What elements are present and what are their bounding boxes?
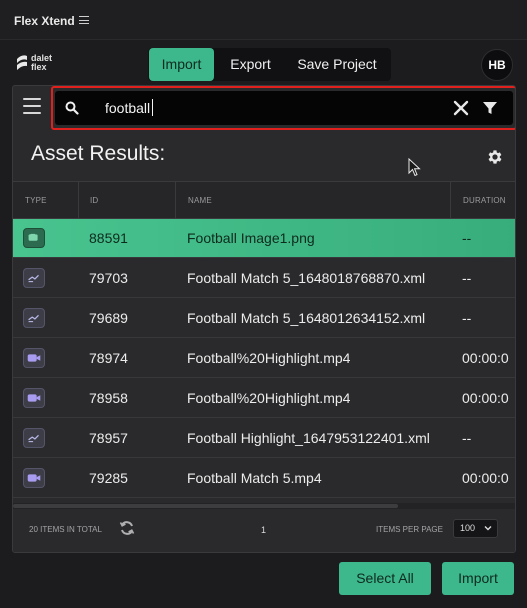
items-per-page-select[interactable]: 100 bbox=[453, 519, 498, 538]
asset-name: Football%20Highlight.mp4 bbox=[187, 390, 351, 406]
table-row[interactable]: 78974 Football%20Highlight.mp4 00:00:0 bbox=[13, 339, 515, 378]
asset-name: Football Image1.png bbox=[187, 230, 315, 246]
app-menu-icon[interactable] bbox=[79, 16, 89, 24]
search-bar bbox=[55, 91, 513, 125]
column-header-type[interactable]: TYPE bbox=[25, 182, 47, 220]
search-area bbox=[49, 86, 515, 130]
panel-menu-icon[interactable] bbox=[23, 98, 41, 114]
search-icon bbox=[65, 101, 79, 115]
asset-id: 79703 bbox=[89, 270, 128, 286]
asset-duration: -- bbox=[462, 230, 472, 246]
asset-id: 78974 bbox=[89, 350, 128, 366]
tab-import[interactable]: Import bbox=[149, 48, 214, 81]
items-per-page-label: ITEMS PER PAGE bbox=[376, 525, 443, 534]
refresh-icon[interactable] bbox=[119, 520, 135, 536]
asset-panel: Asset Results: TYPE ID NAME DURATION 885… bbox=[12, 85, 516, 553]
table-row[interactable]: 88591 Football Image1.png -- bbox=[13, 219, 515, 258]
user-avatar[interactable]: HB bbox=[481, 49, 513, 81]
column-header-duration[interactable]: DURATION bbox=[463, 182, 506, 220]
asset-id: 78957 bbox=[89, 430, 128, 446]
filter-icon[interactable] bbox=[482, 100, 498, 116]
horizontal-scrollbar[interactable] bbox=[13, 503, 515, 509]
current-page[interactable]: 1 bbox=[261, 525, 266, 535]
logo-mark-icon bbox=[17, 55, 27, 70]
asset-id: 79689 bbox=[89, 310, 128, 326]
column-header-id[interactable]: ID bbox=[90, 182, 98, 220]
main-tabs: Import Export Save Project bbox=[148, 48, 391, 81]
xml-type-icon bbox=[23, 268, 45, 288]
pagination-footer: 20 ITEMS IN TOTAL 1 ITEMS PER PAGE 100 bbox=[13, 511, 515, 552]
mouse-pointer-icon bbox=[408, 158, 421, 177]
chevron-down-icon bbox=[484, 526, 492, 531]
asset-name: Football Highlight_1647953122401.xml bbox=[187, 430, 430, 446]
video-type-icon bbox=[23, 388, 45, 408]
table-row[interactable]: 78957 Football Highlight_1647953122401.x… bbox=[13, 419, 515, 458]
asset-duration: -- bbox=[462, 270, 472, 286]
tab-export[interactable]: Export bbox=[216, 48, 285, 81]
table-row[interactable]: 79689 Football Match 5_1648012634152.xml… bbox=[13, 299, 515, 338]
column-header-name[interactable]: NAME bbox=[188, 182, 212, 220]
clear-icon[interactable] bbox=[453, 100, 469, 116]
table-row[interactable]: 78958 Football%20Highlight.mp4 00:00:0 bbox=[13, 379, 515, 418]
asset-name: Football Match 5_1648018768870.xml bbox=[187, 270, 426, 286]
import-button[interactable]: Import bbox=[442, 562, 514, 595]
text-caret bbox=[152, 99, 153, 116]
items-per-page-value: 100 bbox=[460, 523, 476, 533]
xml-type-icon bbox=[23, 428, 45, 448]
asset-duration: 00:00:0 bbox=[462, 390, 509, 406]
settings-gear-icon[interactable] bbox=[486, 148, 504, 166]
app-title: Flex Xtend bbox=[14, 14, 75, 28]
asset-id: 88591 bbox=[89, 230, 128, 246]
logo-text-line2: flex bbox=[31, 62, 47, 72]
table-row[interactable]: 79703 Football Match 5_1648018768870.xml… bbox=[13, 259, 515, 298]
asset-name: Football Match 5.mp4 bbox=[187, 470, 322, 486]
video-type-icon bbox=[23, 348, 45, 368]
image-type-icon bbox=[23, 228, 45, 248]
tab-save-project[interactable]: Save Project bbox=[287, 48, 387, 81]
asset-id: 79285 bbox=[89, 470, 128, 486]
table-header: TYPE ID NAME DURATION bbox=[13, 181, 515, 220]
search-input[interactable] bbox=[105, 98, 445, 118]
select-all-button[interactable]: Select All bbox=[339, 562, 431, 595]
title-bar: Flex Xtend bbox=[0, 0, 527, 40]
scrollbar-thumb[interactable] bbox=[13, 504, 398, 508]
asset-duration: 00:00:0 bbox=[462, 470, 509, 486]
xml-type-icon bbox=[23, 308, 45, 328]
asset-id: 78958 bbox=[89, 390, 128, 406]
asset-name: Football%20Highlight.mp4 bbox=[187, 350, 351, 366]
asset-duration: 00:00:0 bbox=[462, 350, 509, 366]
asset-duration: -- bbox=[462, 430, 472, 446]
video-type-icon bbox=[23, 468, 45, 488]
asset-results-title: Asset Results: bbox=[31, 142, 166, 165]
asset-name: Football Match 5_1648012634152.xml bbox=[187, 310, 426, 326]
table-row[interactable]: 79285 Football Match 5.mp4 00:00:0 bbox=[13, 459, 515, 498]
dalet-flex-logo: dalet flex bbox=[16, 52, 62, 78]
asset-duration: -- bbox=[462, 310, 472, 326]
items-total: 20 ITEMS IN TOTAL bbox=[29, 525, 102, 534]
